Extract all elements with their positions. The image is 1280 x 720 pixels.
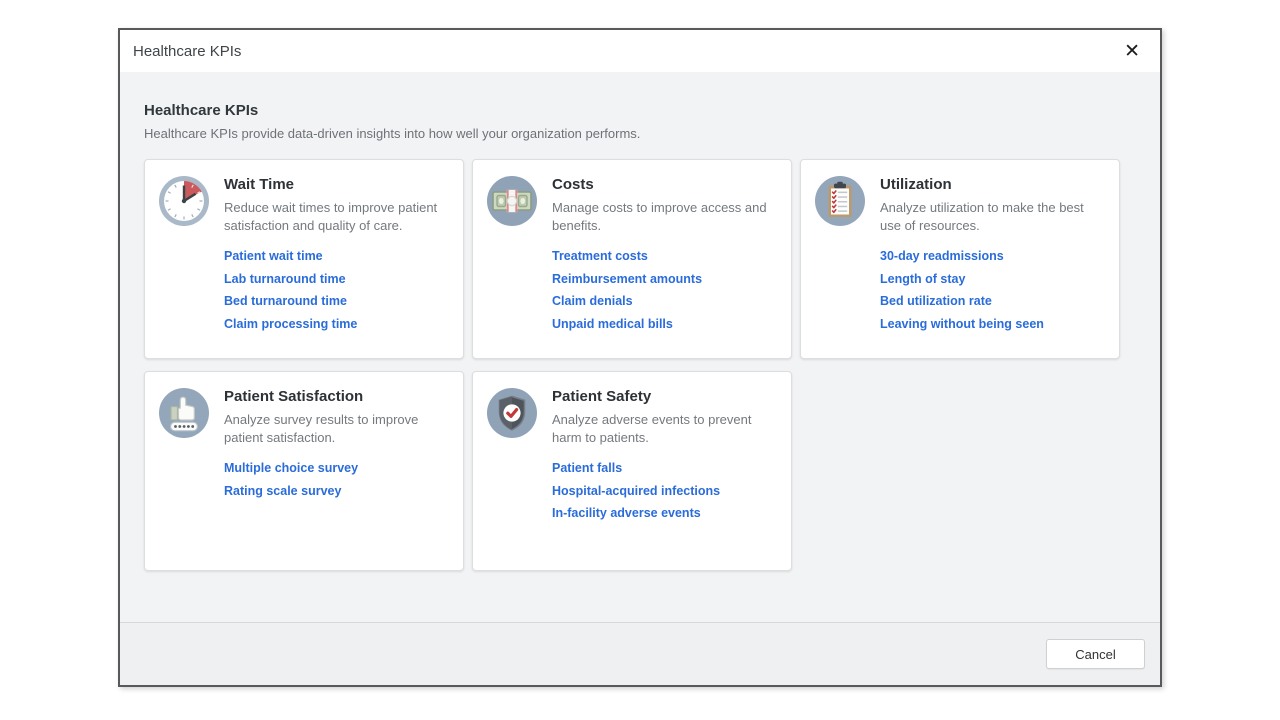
kpi-card: Wait Time Reduce wait times to improve pa… [144,159,464,359]
kpi-link[interactable]: Treatment costs [552,250,777,263]
kpi-link[interactable]: Lab turnaround time [224,273,449,286]
healthcare-kpis-dialog: Healthcare KPIs ✕ Healthcare KPIs Health… [118,28,1162,687]
card-link-list: Treatment costs Reimbursement amounts Clai… [552,250,777,331]
page-subtitle: Healthcare KPIs provide data-driven insi… [144,126,1138,141]
kpi-card: Patient Satisfaction Analyze survey resul… [144,371,464,571]
kpi-link[interactable]: Claim processing time [224,318,449,331]
kpi-link[interactable]: Reimbursement amounts [552,273,777,286]
card-title: Patient Satisfaction [224,388,449,405]
card-title: Patient Safety [552,388,777,405]
kpi-card-grid: Wait Time Reduce wait times to improve pa… [144,159,1138,571]
kpi-card: Costs Manage costs to improve access and … [472,159,792,359]
kpi-link[interactable]: Bed utilization rate [880,295,1105,308]
card-content: Wait Time Reduce wait times to improve pa… [224,175,449,344]
clock-icon [158,175,210,227]
kpi-link[interactable]: Rating scale survey [224,485,449,498]
cancel-button[interactable]: Cancel [1046,639,1145,669]
kpi-card: Patient Safety Analyze adverse events to … [472,371,792,571]
kpi-link[interactable]: Patient wait time [224,250,449,263]
close-icon[interactable]: ✕ [1120,40,1144,63]
card-title: Costs [552,176,777,193]
kpi-link[interactable]: Length of stay [880,273,1105,286]
clipboard-icon [814,175,866,227]
thumbs-up-icon [158,387,210,439]
kpi-link[interactable]: Multiple choice survey [224,462,449,475]
card-link-list: Patient wait time Lab turnaround time Bed … [224,250,449,331]
kpi-card: Utilization Analyze utilization to make t… [800,159,1120,359]
dialog-title: Healthcare KPIs [133,43,241,60]
card-content: Utilization Analyze utilization to make t… [880,175,1105,344]
card-title: Wait Time [224,176,449,193]
card-content: Patient Satisfaction Analyze survey resul… [224,387,449,556]
dialog-titlebar: Healthcare KPIs ✕ [120,30,1160,72]
kpi-link[interactable]: Patient falls [552,462,777,475]
card-description: Analyze utilization to make the best use… [880,199,1105,235]
page-title: Healthcare KPIs [144,102,1138,119]
shield-icon [486,387,538,439]
card-content: Patient Safety Analyze adverse events to … [552,387,777,556]
card-description: Analyze survey results to improve patien… [224,411,449,447]
card-content: Costs Manage costs to improve access and … [552,175,777,344]
card-link-list: Multiple choice survey Rating scale surve… [224,462,449,498]
dialog-body: Healthcare KPIs Healthcare KPIs provide … [120,72,1160,622]
kpi-link[interactable]: Bed turnaround time [224,295,449,308]
money-icon [486,175,538,227]
card-description: Reduce wait times to improve patient sat… [224,199,449,235]
kpi-link[interactable]: Claim denials [552,295,777,308]
kpi-link[interactable]: Unpaid medical bills [552,318,777,331]
card-link-list: 30-day readmissions Length of stay Bed uti… [880,250,1105,331]
kpi-link[interactable]: Leaving without being seen [880,318,1105,331]
card-description: Manage costs to improve access and benef… [552,199,777,235]
card-link-list: Patient falls Hospital-acquired infection… [552,462,777,520]
kpi-link[interactable]: Hospital-acquired infections [552,485,777,498]
kpi-link[interactable]: In-facility adverse events [552,507,777,520]
dialog-footer: Cancel [120,622,1160,685]
card-title: Utilization [880,176,1105,193]
kpi-link[interactable]: 30-day readmissions [880,250,1105,263]
card-description: Analyze adverse events to prevent harm t… [552,411,777,447]
